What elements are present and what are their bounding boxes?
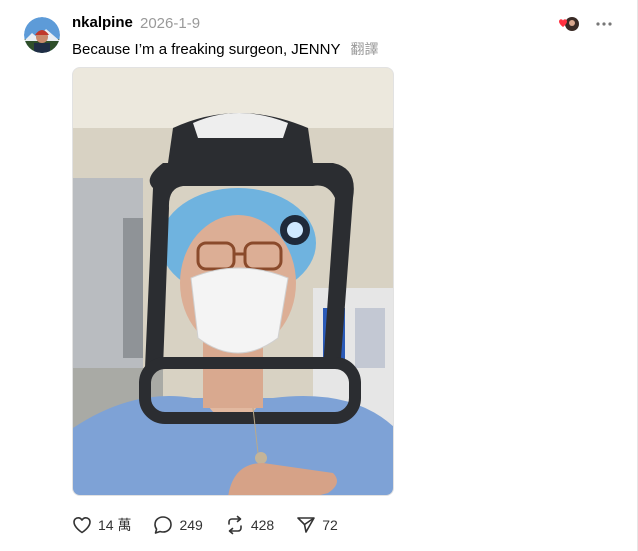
repost-button[interactable]: 428 [225, 515, 274, 535]
post-body: Because I’m a freaking surgeon, JENNY [72, 41, 341, 58]
post-text: Because I’m a freaking surgeon, JENNY 翻譯 [72, 39, 378, 59]
avatar-image [24, 17, 60, 53]
post-timestamp: 2026-1-9 [140, 15, 201, 32]
like-button[interactable]: 14 萬 [72, 515, 131, 535]
translate-link[interactable]: 翻譯 [350, 41, 378, 57]
username[interactable]: nkalpine [72, 14, 133, 31]
share-count: 72 [322, 517, 338, 533]
like-count: 14 萬 [98, 517, 132, 533]
share-button[interactable]: 72 [296, 515, 338, 535]
comment-bubble-icon [154, 516, 173, 534]
comment-button[interactable]: 249 [153, 515, 203, 535]
post-container: nkalpine 2026-1-9 Because I’m a freaking… [0, 0, 638, 551]
comment-count: 249 [179, 517, 203, 533]
avatar[interactable] [24, 17, 60, 53]
repost-icon [228, 515, 242, 535]
heart-icon [73, 517, 91, 534]
send-icon [297, 517, 315, 533]
more-options-button[interactable] [592, 14, 616, 34]
action-bar: 14 萬 249 428 72 [72, 513, 360, 537]
liked-by-indicator[interactable] [556, 16, 582, 32]
more-dots-icon [596, 22, 612, 26]
repost-count: 428 [250, 517, 275, 533]
post-image[interactable] [72, 67, 394, 496]
